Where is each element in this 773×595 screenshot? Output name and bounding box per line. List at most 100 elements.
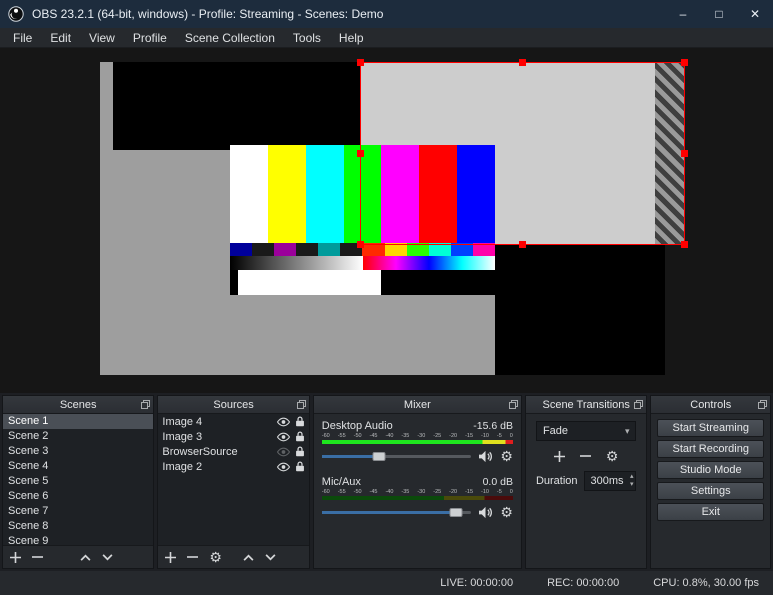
add-transition-button[interactable]: [553, 450, 565, 462]
remove-source-button[interactable]: [187, 555, 199, 559]
window-title: OBS 23.2.1 (64-bit, windows) - Profile: …: [32, 7, 384, 21]
menu-file[interactable]: File: [4, 29, 41, 47]
controls-panel-title: Controls: [690, 398, 732, 411]
selection-handle[interactable]: [681, 149, 688, 157]
duration-increment-arrow[interactable]: ▴: [630, 473, 634, 481]
transition-selected-value: Fade: [542, 425, 569, 437]
source-black-topleft[interactable]: [113, 62, 360, 150]
selection-handle[interactable]: [518, 59, 526, 66]
mixer-panel-title: Mixer: [403, 398, 431, 411]
selection-handle[interactable]: [357, 241, 364, 248]
panel-float-icon[interactable]: [634, 400, 644, 409]
source-name[interactable]: Image 2: [162, 461, 276, 473]
move-scene-down-button[interactable]: [102, 553, 113, 561]
lock-icon[interactable]: [295, 446, 305, 457]
channel-name: Desktop Audio: [321, 420, 393, 432]
studio-mode-button[interactable]: Studio Mode: [657, 461, 764, 479]
close-button[interactable]: ✕: [737, 0, 773, 28]
maximize-button[interactable]: □: [701, 0, 737, 28]
panel-float-icon[interactable]: [508, 400, 518, 409]
source-row[interactable]: BrowserSource: [158, 444, 308, 459]
selection-handle[interactable]: [681, 59, 688, 66]
lock-icon[interactable]: [295, 416, 305, 427]
transition-properties-gear-icon[interactable]: ⚙: [606, 449, 619, 463]
transition-select[interactable]: Fade ▾: [535, 421, 637, 441]
visibility-eye-icon-hidden[interactable]: [276, 447, 290, 457]
menu-edit[interactable]: Edit: [41, 29, 80, 47]
dock-row: Scenes Scene 1 Scene 2 Scene 3 Scene 4 S…: [0, 393, 773, 571]
transition-tools: ⚙: [536, 449, 637, 463]
source-name[interactable]: Image 4: [162, 416, 276, 428]
volume-slider-handle[interactable]: [449, 508, 463, 517]
lock-icon[interactable]: [295, 431, 305, 442]
volume-slider[interactable]: [321, 505, 472, 519]
visibility-eye-icon[interactable]: [276, 417, 290, 427]
menu-tools[interactable]: Tools: [284, 29, 330, 47]
duration-decrement-arrow[interactable]: ▾: [630, 481, 634, 489]
remove-scene-button[interactable]: [32, 555, 43, 559]
volume-slider-handle[interactable]: [372, 452, 386, 461]
minimize-button[interactable]: –: [665, 0, 701, 28]
scene-list-item[interactable]: Scene 4: [3, 459, 153, 474]
source-row[interactable]: Image 3: [158, 429, 308, 444]
scene-list-item[interactable]: Scene 9: [3, 534, 153, 545]
duration-value: 300ms: [590, 475, 624, 487]
transitions-panel-title: Scene Transitions: [542, 398, 630, 411]
mixer-channel-desktop-audio: Desktop Audio -15.6 dB -60 -55 -50 -45 -40 -3…: [321, 420, 513, 463]
add-source-button[interactable]: [165, 551, 177, 563]
menu-profile[interactable]: Profile: [124, 29, 176, 47]
scene-list-item[interactable]: Scene 3: [3, 444, 153, 459]
volume-meter: [321, 440, 513, 444]
scene-list-item[interactable]: Scene 5: [3, 474, 153, 489]
exit-button[interactable]: Exit: [657, 503, 764, 521]
scene-list-item[interactable]: Scene 2: [3, 429, 153, 444]
selection-handle[interactable]: [357, 149, 364, 157]
menu-scene-collection[interactable]: Scene Collection: [176, 29, 284, 47]
lock-icon[interactable]: [295, 461, 305, 472]
selection-handle[interactable]: [357, 59, 364, 66]
panel-float-icon[interactable]: [141, 400, 151, 409]
channel-gear-icon[interactable]: ⚙: [500, 449, 513, 463]
add-scene-button[interactable]: [10, 551, 21, 563]
scene-list-item[interactable]: Scene 8: [3, 519, 153, 534]
scene-list-item[interactable]: Scene 7: [3, 504, 153, 519]
move-source-up-button[interactable]: [243, 554, 254, 561]
speaker-icon[interactable]: [478, 450, 493, 463]
volume-slider[interactable]: [321, 449, 472, 463]
selection-handle[interactable]: [518, 241, 526, 248]
menu-view[interactable]: View: [80, 29, 124, 47]
visibility-eye-icon[interactable]: [276, 432, 290, 442]
panel-float-icon[interactable]: [296, 400, 306, 409]
controls-body: Start Streaming Start Recording Studio M…: [651, 414, 770, 526]
menubar: File Edit View Profile Scene Collection …: [0, 28, 773, 48]
settings-button[interactable]: Settings: [657, 482, 764, 500]
scene-list-item[interactable]: Scene 6: [3, 489, 153, 504]
speaker-icon[interactable]: [478, 506, 493, 519]
selection-handle[interactable]: [681, 241, 688, 248]
move-source-down-button[interactable]: [265, 553, 276, 561]
scene-list-item[interactable]: Scene 1: [3, 414, 154, 429]
panel-float-icon[interactable]: [758, 400, 767, 409]
source-row[interactable]: Image 4: [158, 414, 308, 429]
controls-panel: Controls Start Streaming Start Recording…: [650, 395, 771, 569]
rec-time: REC: 00:00:00: [547, 577, 620, 589]
menu-help[interactable]: Help: [330, 29, 373, 47]
scene-transitions-panel: Scene Transitions Fade ▾ ⚙ Duration 300m…: [524, 395, 648, 569]
source-black-bottomright[interactable]: [495, 245, 665, 375]
source-name[interactable]: BrowserSource: [162, 446, 276, 458]
source-properties-gear-icon[interactable]: ⚙: [209, 550, 222, 564]
visibility-eye-icon[interactable]: [276, 462, 290, 472]
move-scene-up-button[interactable]: [80, 554, 91, 561]
source-name[interactable]: Image 3: [162, 431, 276, 443]
remove-transition-button[interactable]: [579, 454, 591, 458]
colorbars-row-c: [230, 270, 495, 295]
sources-toolbar: ⚙: [158, 545, 309, 568]
scene-list: Scene 1 Scene 2 Scene 3 Scene 4 Scene 5 …: [3, 414, 154, 545]
meter-scale: -60 -55 -50 -45 -40 -35 -30 -25 -20 -15 -10 -5 0: [321, 489, 513, 495]
duration-spinbox[interactable]: 300ms ▴ ▾: [583, 471, 637, 491]
channel-gear-icon[interactable]: ⚙: [500, 505, 513, 519]
rainbow-ramp: [362, 256, 495, 270]
start-streaming-button[interactable]: Start Streaming: [657, 419, 764, 437]
source-row[interactable]: Image 2: [158, 459, 308, 474]
start-recording-button[interactable]: Start Recording: [657, 440, 764, 458]
